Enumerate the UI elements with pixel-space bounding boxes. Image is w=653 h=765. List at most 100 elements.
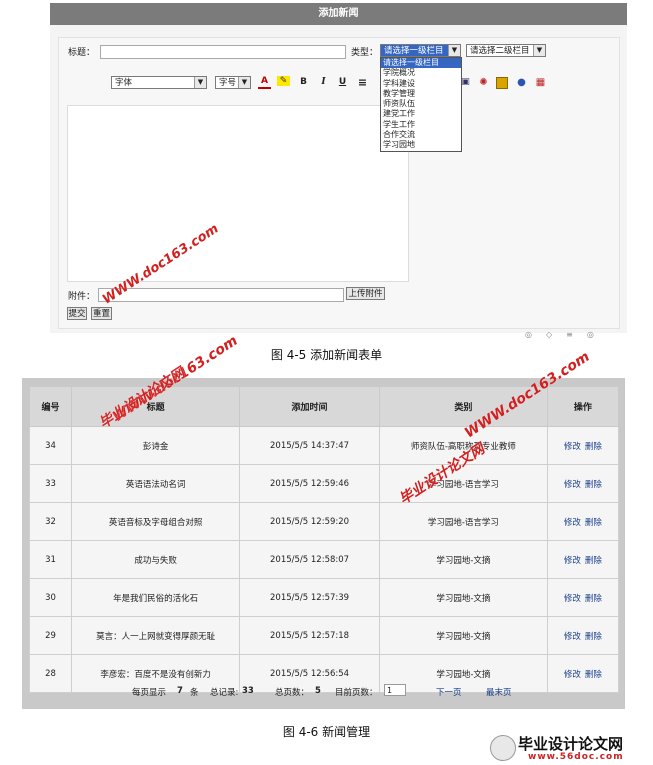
dropdown-option[interactable]: 学习园地 <box>381 140 461 150</box>
per-page-unit: 条 <box>190 688 199 698</box>
table-row: 31 成功与失败 2015/5/5 12:58:07 学习园地-文摘 修改 删除 <box>28 540 620 579</box>
delete-link[interactable]: 删除 <box>585 670 602 680</box>
bold-button[interactable]: B <box>297 76 310 89</box>
edit-link[interactable]: 修改 <box>564 518 581 528</box>
emoticon-icon[interactable]: ✺ <box>477 76 490 89</box>
cell-title: 成功与失败 <box>71 540 241 579</box>
cell-title: 英语音标及字母组合对照 <box>71 502 241 541</box>
cell-title: 英语语法动名词 <box>71 464 241 503</box>
news-table: 编号 标题 添加时间 类别 操作 34 彭诗金 2015/5/5 14:37:47 师资队伍-… <box>28 386 620 693</box>
edit-link[interactable]: 修改 <box>564 594 581 604</box>
delete-link[interactable]: 删除 <box>585 442 602 452</box>
edit-link[interactable]: 修改 <box>564 442 581 452</box>
category1-select[interactable]: 请选择一级栏目 ▼ <box>380 44 461 57</box>
next-page-link[interactable]: 下一页 <box>436 686 462 698</box>
dropdown-option[interactable]: 师资队伍 <box>381 99 461 109</box>
delete-link[interactable]: 删除 <box>585 518 602 528</box>
category2-selected: 请选择二级栏目 <box>470 46 530 56</box>
size-select[interactable]: 字号 ▼ <box>215 76 251 89</box>
content-editor[interactable] <box>67 105 409 282</box>
pages-value: 5 <box>315 686 321 696</box>
delete-link[interactable]: 删除 <box>585 556 602 566</box>
form-header: 添加新闻 <box>50 3 627 25</box>
cell-time: 2015/5/5 12:58:07 <box>239 540 380 579</box>
table-row: 33 英语语法动名词 2015/5/5 12:59:46 学习园地-语言学习 修改 删除 <box>28 464 620 503</box>
cell-category: 学习园地-文摘 <box>378 578 548 617</box>
table-row: 34 彭诗金 2015/5/5 14:37:47 师资队伍-高职称及专业教师 修改 删除 <box>28 426 620 465</box>
title-input[interactable] <box>100 45 346 59</box>
cell-actions: 修改 删除 <box>546 464 620 503</box>
dropdown-option[interactable]: 合作交流 <box>381 130 461 140</box>
comment-icon[interactable]: ● <box>515 76 528 89</box>
cell-actions: 修改 删除 <box>546 540 620 579</box>
reset-button[interactable]: 重置 <box>91 307 112 320</box>
site-logo: 毕业设计论文网 www.56doc.com <box>490 733 650 763</box>
cell-actions: 修改 删除 <box>546 578 620 617</box>
underline-button[interactable]: U <box>336 76 349 89</box>
highlight-icon[interactable]: ✎ <box>277 76 290 86</box>
edit-link[interactable]: 修改 <box>564 632 581 642</box>
size-select-value: 字号 <box>219 78 237 88</box>
cell-time: 2015/5/5 12:57:39 <box>239 578 380 617</box>
font-select-value: 字体 <box>115 78 133 88</box>
per-page-label: 每页显示 <box>132 688 167 698</box>
figure-caption-1: 图 4-5 添加新闻表单 <box>270 348 383 362</box>
cell-id: 31 <box>28 540 73 579</box>
total-label: 总记录: <box>210 688 239 698</box>
align-left-icon[interactable]: ≡ <box>356 76 369 89</box>
font-select[interactable]: 字体 ▼ <box>111 76 207 89</box>
cell-id: 30 <box>28 578 73 617</box>
cell-actions: 修改 删除 <box>546 616 620 655</box>
cell-id: 33 <box>28 464 73 503</box>
delete-link[interactable]: 删除 <box>585 480 602 490</box>
edit-link[interactable]: 修改 <box>564 556 581 566</box>
category1-dropdown-list[interactable]: 请选择一级栏目 学院概况 学科建设 教学管理 师资队伍 建党工作 学生工作 合作交流 学习园地 <box>380 57 462 152</box>
type-label: 类型： <box>351 48 379 58</box>
cell-time: 2015/5/5 14:37:47 <box>239 426 380 465</box>
cell-actions: 修改 删除 <box>546 654 620 693</box>
dropdown-option[interactable]: 教学管理 <box>381 89 461 99</box>
dropdown-option[interactable]: 建党工作 <box>381 109 461 119</box>
cell-title: 年是我们民俗的活化石 <box>71 578 241 617</box>
cell-time: 2015/5/5 12:59:46 <box>239 464 380 503</box>
table-row: 32 英语音标及字母组合对照 2015/5/5 12:59:20 学习园地-语言学习修… <box>28 502 620 541</box>
category2-select[interactable]: 请选择二级栏目 ▼ <box>466 44 546 57</box>
edit-link[interactable]: 修改 <box>564 480 581 490</box>
column-header: 操作 <box>546 386 620 427</box>
chevron-down-icon: ▼ <box>238 77 250 88</box>
cell-id: 29 <box>28 616 73 655</box>
last-page-link[interactable]: 最末页 <box>486 686 512 698</box>
table-row: 29 莫言：人一上网就变得厚颜无耻 2015/5/5 12:57:18 学习园地-文摘… <box>28 616 620 655</box>
cell-title: 莫言：人一上网就变得厚颜无耻 <box>71 616 241 655</box>
dropdown-option[interactable]: 学科建设 <box>381 79 461 89</box>
delete-link[interactable]: 删除 <box>585 632 602 642</box>
cell-title: 彭诗金 <box>71 426 241 465</box>
flash-icon[interactable] <box>496 77 508 89</box>
cell-time: 2015/5/5 12:59:20 <box>239 502 380 541</box>
current-label: 目前页数： <box>335 688 378 698</box>
table-icon[interactable]: ▦ <box>534 76 547 89</box>
table-row: 28 李彦宏：百度不是没有创新力 2015/5/5 12:56:54 学习园地-文摘修… <box>28 654 620 693</box>
cell-category: 学习园地-文摘 <box>378 616 548 655</box>
logo-emblem-icon <box>490 735 516 761</box>
cell-id: 34 <box>28 426 73 465</box>
font-color-icon[interactable]: A <box>258 76 271 89</box>
edit-link[interactable]: 修改 <box>564 670 581 680</box>
submit-button[interactable]: 提交 <box>67 307 87 320</box>
delete-link[interactable]: 删除 <box>585 594 602 604</box>
chevron-down-icon: ▼ <box>194 77 206 88</box>
pages-label: 总页数： <box>275 688 310 698</box>
dropdown-option[interactable]: 学院概况 <box>381 68 461 78</box>
upload-button[interactable]: 上传附件 <box>346 287 385 300</box>
per-page-value: 7 <box>177 686 183 696</box>
dropdown-option[interactable]: 请选择一级栏目 <box>381 58 461 69</box>
cell-id: 32 <box>28 502 73 541</box>
table-body: 34 彭诗金 2015/5/5 14:37:47 师资队伍-高职称及专业教师 修改 删除 3… <box>28 426 620 693</box>
italic-button[interactable]: I <box>317 76 330 89</box>
current-page-input[interactable]: 1 <box>384 684 406 696</box>
chevron-down-icon: ▼ <box>448 45 460 56</box>
cell-actions: 修改 删除 <box>546 502 620 541</box>
category1-selected: 请选择一级栏目 <box>384 46 444 56</box>
dropdown-option[interactable]: 学生工作 <box>381 120 461 130</box>
column-header: 编号 <box>28 386 73 427</box>
